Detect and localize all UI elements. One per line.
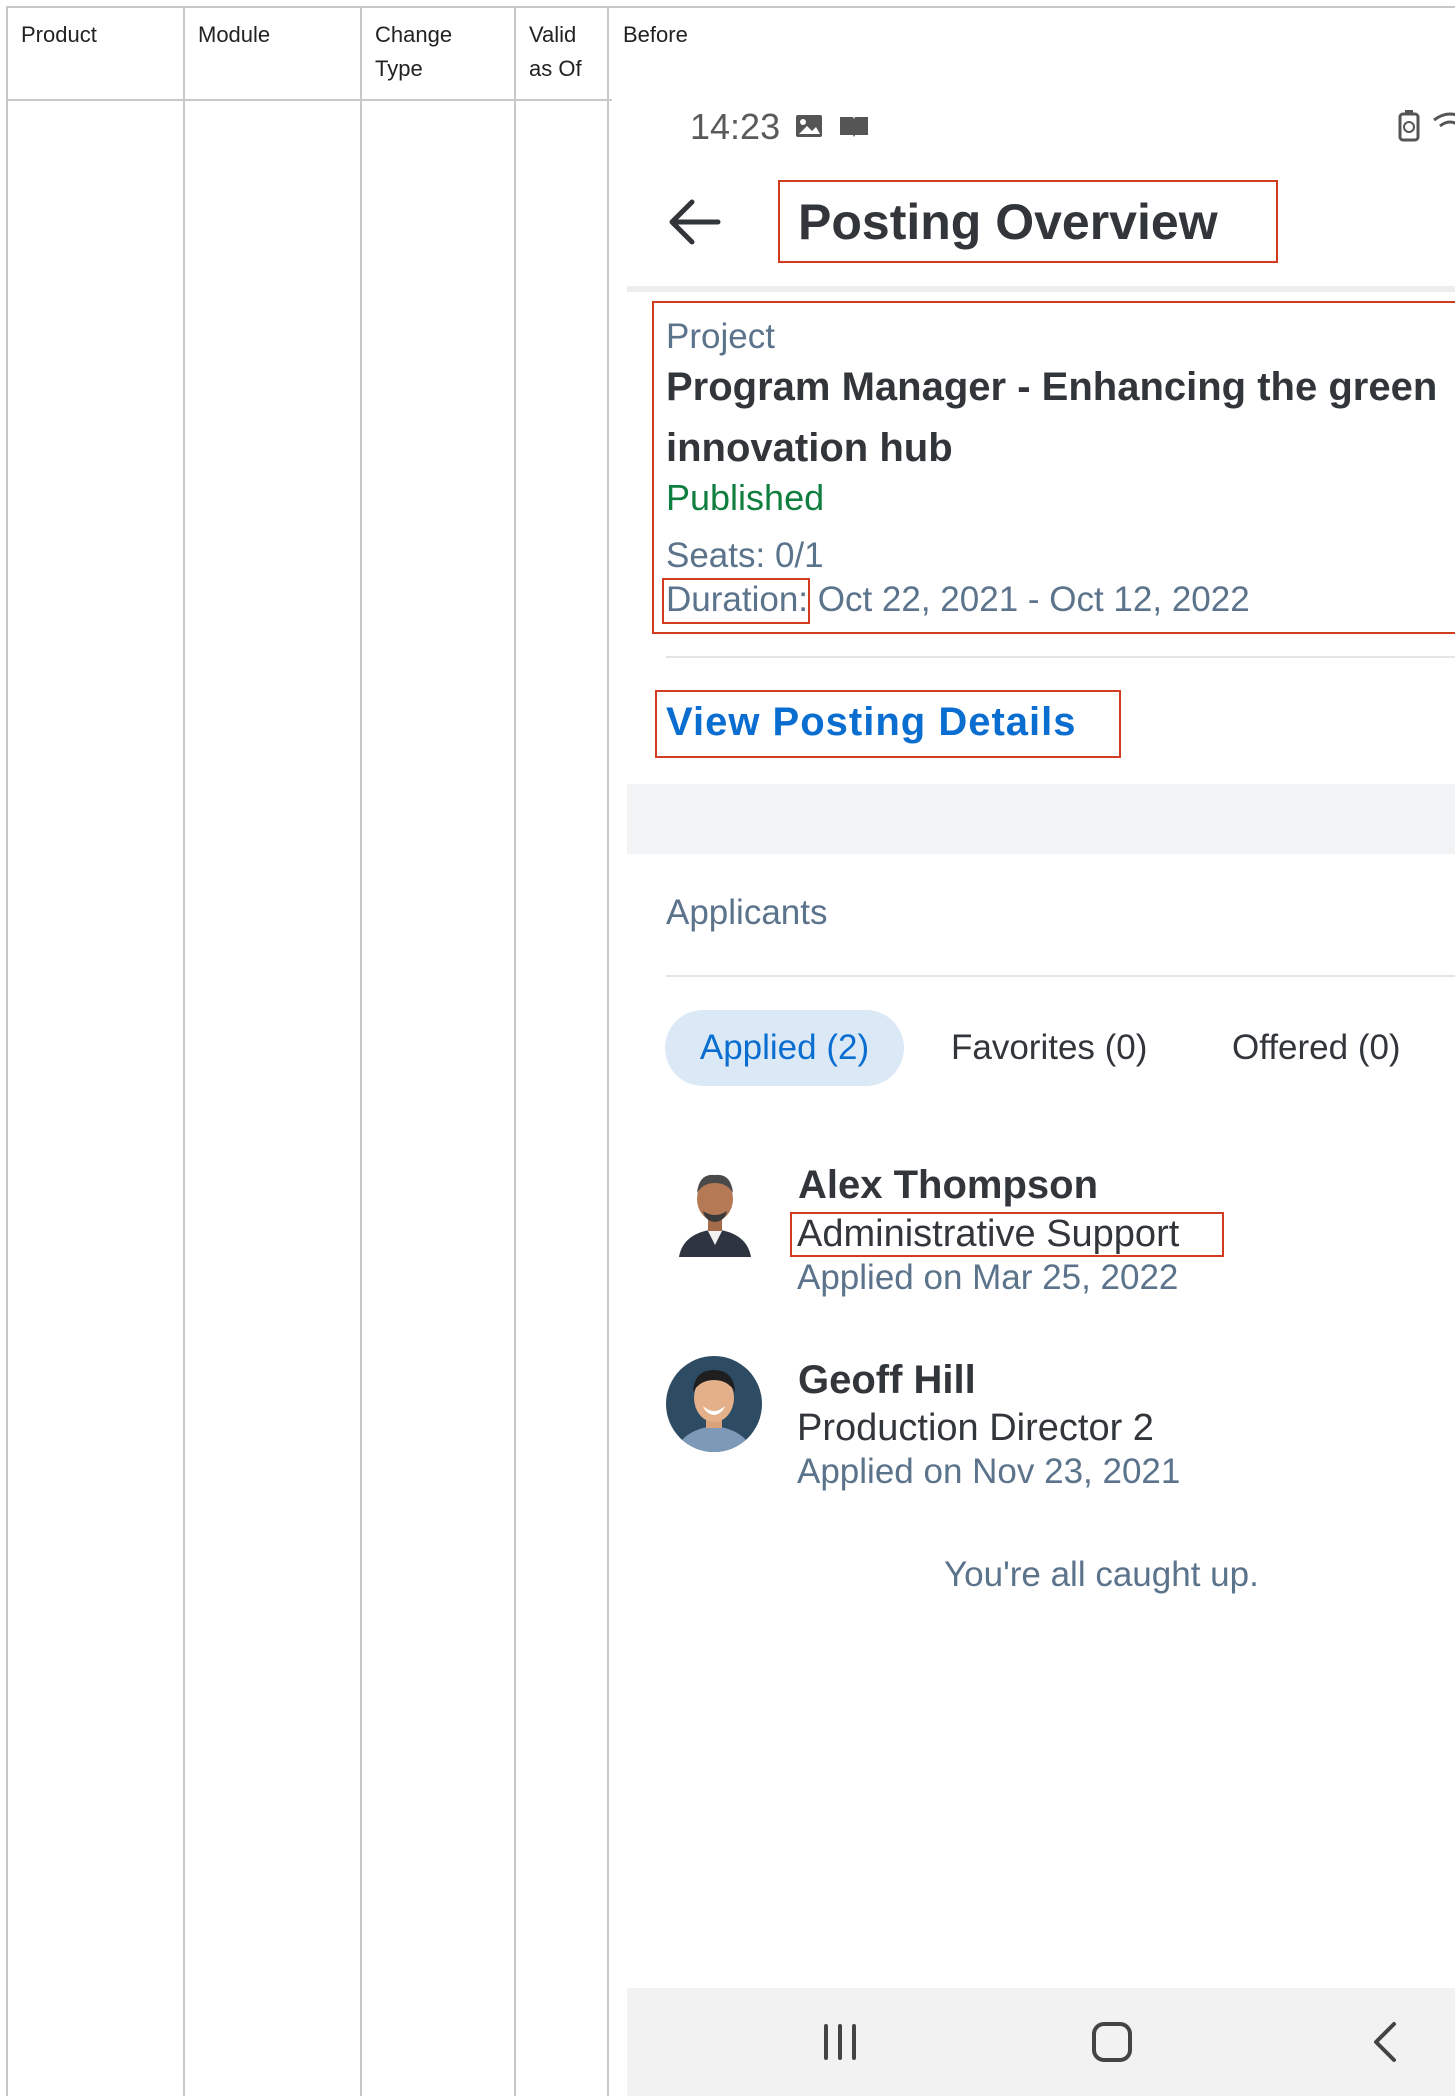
- wifi-icon: [1430, 110, 1455, 140]
- project-title-line2: innovation hub: [666, 426, 953, 470]
- table-col-divider: [514, 6, 516, 2096]
- navigation-bar: [627, 1988, 1455, 2096]
- column-header-valid-as-of: Valid as Of: [529, 22, 582, 81]
- table-top-border: [6, 6, 1455, 8]
- end-of-list-message: You're all caught up.: [944, 1555, 1259, 1594]
- recent-apps-icon[interactable]: [820, 2020, 860, 2064]
- project-title-line1: Program Manager - Enhancing the green: [666, 365, 1438, 409]
- image-icon: [795, 114, 823, 138]
- applicant-role: Administrative Support: [797, 1213, 1180, 1255]
- view-posting-details-link[interactable]: View Posting Details: [666, 697, 1077, 747]
- battery-saver-icon: [1398, 110, 1420, 142]
- tab-offered[interactable]: Offered (0): [1232, 1010, 1401, 1086]
- table-col-divider: [6, 6, 8, 2096]
- project-duration: Duration: Oct 22, 2021 - Oct 12, 2022: [666, 578, 1250, 622]
- applicant-applied-date: Applied on Nov 23, 2021: [797, 1452, 1181, 1491]
- section-spacer: [627, 784, 1455, 854]
- applicant-name: Alex Thompson: [798, 1163, 1099, 1207]
- tab-applied-label: Applied (2): [699, 1028, 870, 1067]
- avatar: [667, 1161, 763, 1257]
- applicants-section-title: Applicants: [666, 893, 828, 932]
- duration-value: : Oct 22, 2021 - Oct 12, 2022: [798, 580, 1250, 619]
- applicant-name: Geoff Hill: [798, 1358, 976, 1402]
- table-col-divider: [183, 6, 185, 2096]
- applicant-applied-date: Applied on Mar 25, 2022: [797, 1258, 1179, 1297]
- column-header-product: Product: [21, 22, 97, 47]
- card-divider: [666, 656, 1455, 658]
- back-button[interactable]: [666, 196, 722, 248]
- applicants-divider: [666, 975, 1455, 977]
- project-label: Project: [666, 317, 775, 356]
- table-col-divider: [360, 6, 362, 2096]
- home-icon[interactable]: [1090, 2020, 1134, 2064]
- applicant-role: Production Director 2: [797, 1407, 1154, 1449]
- page-title: Posting Overview: [798, 194, 1218, 250]
- avatar: [666, 1356, 762, 1452]
- table-header-bottom-border: [6, 99, 612, 101]
- book-icon: [839, 114, 869, 138]
- column-header-before: Before: [623, 22, 688, 47]
- table-col-divider: [607, 6, 609, 2096]
- back-icon[interactable]: [1366, 2020, 1406, 2064]
- column-header-module: Module: [198, 22, 271, 47]
- arrow-left-icon: [669, 199, 721, 245]
- duration-label: Duration: [666, 580, 799, 619]
- column-header-change-type: Change Type: [375, 22, 453, 81]
- header-divider: [627, 286, 1455, 292]
- status-time: 14:23: [690, 106, 781, 147]
- project-status: Published: [666, 477, 825, 518]
- project-seats: Seats: 0/1: [666, 536, 824, 575]
- tab-favorites[interactable]: Favorites (0): [951, 1010, 1147, 1086]
